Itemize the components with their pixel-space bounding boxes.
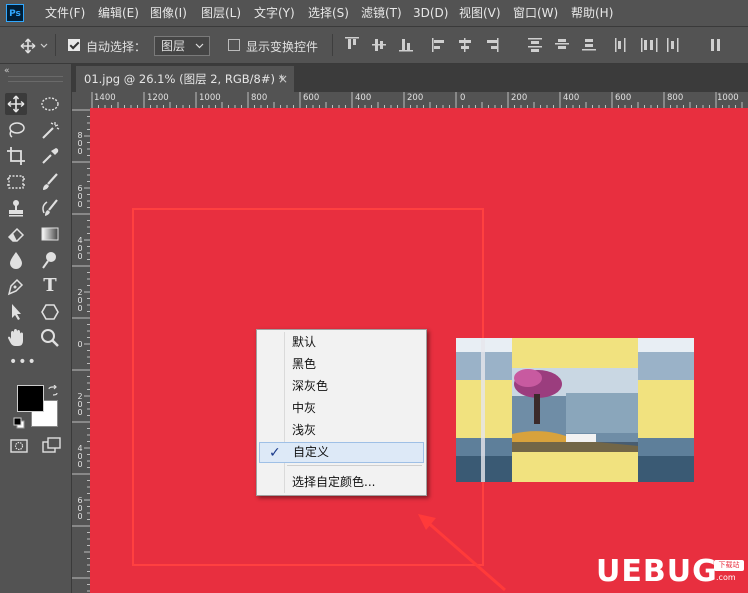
marquee-ellipse-icon[interactable] <box>39 93 61 115</box>
history-brush-icon[interactable] <box>39 197 61 219</box>
tools-panel: « T ••• <box>0 64 72 593</box>
watermark-logo: UEBUG <box>596 554 718 589</box>
screen-mode-icon[interactable] <box>42 437 62 457</box>
align-icons-group <box>345 37 745 57</box>
eraser-icon[interactable] <box>5 223 27 245</box>
stamp-icon[interactable] <box>5 197 27 219</box>
menu-help[interactable]: 帮助(H) <box>571 0 613 26</box>
menu-item-black[interactable]: 黑色 <box>259 354 424 375</box>
move-tool-preset-icon[interactable] <box>20 38 48 58</box>
show-transform-checkbox[interactable] <box>228 39 240 51</box>
magic-wand-icon[interactable] <box>39 119 61 141</box>
default-colors-icon[interactable] <box>13 414 25 433</box>
ruler-ticks <box>72 109 90 592</box>
menu-image[interactable]: 图像(I) <box>150 0 187 26</box>
menu-item-dark-gray[interactable]: 深灰色 <box>259 376 424 397</box>
collapse-panel-icon[interactable]: « <box>4 66 10 76</box>
show-transform-label: 显示变换控件 <box>246 40 319 54</box>
menu-bar: Ps 文件(F) 编辑(E) 图像(I) 图层(L) 文字(Y) 选择(S) 滤… <box>0 0 748 27</box>
menu-item-select-custom-color[interactable]: 选择自定颜色... <box>259 472 424 493</box>
lasso-icon[interactable] <box>5 119 27 141</box>
quick-mask-icon[interactable] <box>10 438 28 457</box>
layer-image-art <box>456 338 694 482</box>
menu-select[interactable]: 选择(S) <box>308 0 349 26</box>
menu-file[interactable]: 文件(F) <box>45 0 85 26</box>
panel-grip[interactable] <box>8 76 63 82</box>
menu-type[interactable]: 文字(Y) <box>254 0 295 26</box>
separator <box>332 34 333 56</box>
auto-select-target-dropdown[interactable]: 图层 <box>154 36 210 56</box>
hand-icon[interactable] <box>5 327 27 349</box>
close-tab-icon[interactable]: × <box>278 66 288 92</box>
menu-layer[interactable]: 图层(L) <box>201 0 241 26</box>
eyedropper-icon[interactable] <box>39 145 61 167</box>
brush-icon[interactable] <box>39 171 61 193</box>
menu-item-default[interactable]: 默认 <box>259 332 424 353</box>
blur-drop-icon[interactable] <box>5 249 27 271</box>
pen-icon[interactable] <box>5 275 27 297</box>
auto-select-checkbox[interactable] <box>68 39 80 51</box>
ruler-horizontal[interactable]: 1400 1200 1000 800 600 400 200 0 200 400… <box>90 92 748 109</box>
ruler-ticks <box>91 92 743 108</box>
menu-item-custom[interactable]: ✓ 自定义 <box>259 442 424 463</box>
dodge-icon[interactable] <box>39 249 61 271</box>
ruler-vertical[interactable]: 8 0 0 6 0 0 4 0 0 2 0 0 0 2 0 0 4 0 0 6 … <box>72 108 91 593</box>
ruler-origin[interactable] <box>72 92 90 108</box>
zoom-icon[interactable] <box>39 327 61 349</box>
separator <box>55 34 56 56</box>
more-tools-icon[interactable]: ••• <box>9 354 37 370</box>
menu-filter[interactable]: 滤镜(T) <box>361 0 402 26</box>
auto-select-target-value: 图层 <box>161 39 186 53</box>
document-tab[interactable]: 01.jpg @ 26.1% (图层 2, RGB/8#) * <box>76 66 294 92</box>
shape-icon[interactable] <box>39 301 61 323</box>
auto-select-label: 自动选择： <box>86 40 147 54</box>
watermark-url: .com <box>716 573 736 582</box>
menu-view[interactable]: 视图(V) <box>459 0 501 26</box>
menu-window[interactable]: 窗口(W) <box>513 0 558 26</box>
crop-icon[interactable] <box>5 145 27 167</box>
swap-colors-icon[interactable] <box>47 382 59 401</box>
move-icon[interactable] <box>5 93 27 115</box>
checkmark-icon: ✓ <box>269 445 281 461</box>
gradient-icon[interactable] <box>39 223 61 245</box>
chevron-down-icon <box>195 43 204 49</box>
menu-item-medium-gray[interactable]: 中灰 <box>259 398 424 419</box>
layer-image[interactable] <box>456 338 694 482</box>
path-select-icon[interactable] <box>5 301 27 323</box>
watermark-badge: 下载站 <box>714 560 744 571</box>
type-icon[interactable]: T <box>39 275 61 297</box>
menu-3d[interactable]: 3D(D) <box>413 0 448 26</box>
foreground-color-swatch[interactable] <box>17 385 44 412</box>
canvas-color-context-menu: 默认 黑色 深灰色 中灰 浅灰 ✓ 自定义 选择自定颜色... <box>256 329 427 496</box>
frame-icon[interactable] <box>5 171 27 193</box>
photoshop-logo: Ps <box>6 4 24 22</box>
annotation-arrow <box>418 514 506 592</box>
menu-edit[interactable]: 编辑(E) <box>98 0 139 26</box>
menu-item-light-gray[interactable]: 浅灰 <box>259 420 424 441</box>
menu-separator <box>287 465 422 466</box>
